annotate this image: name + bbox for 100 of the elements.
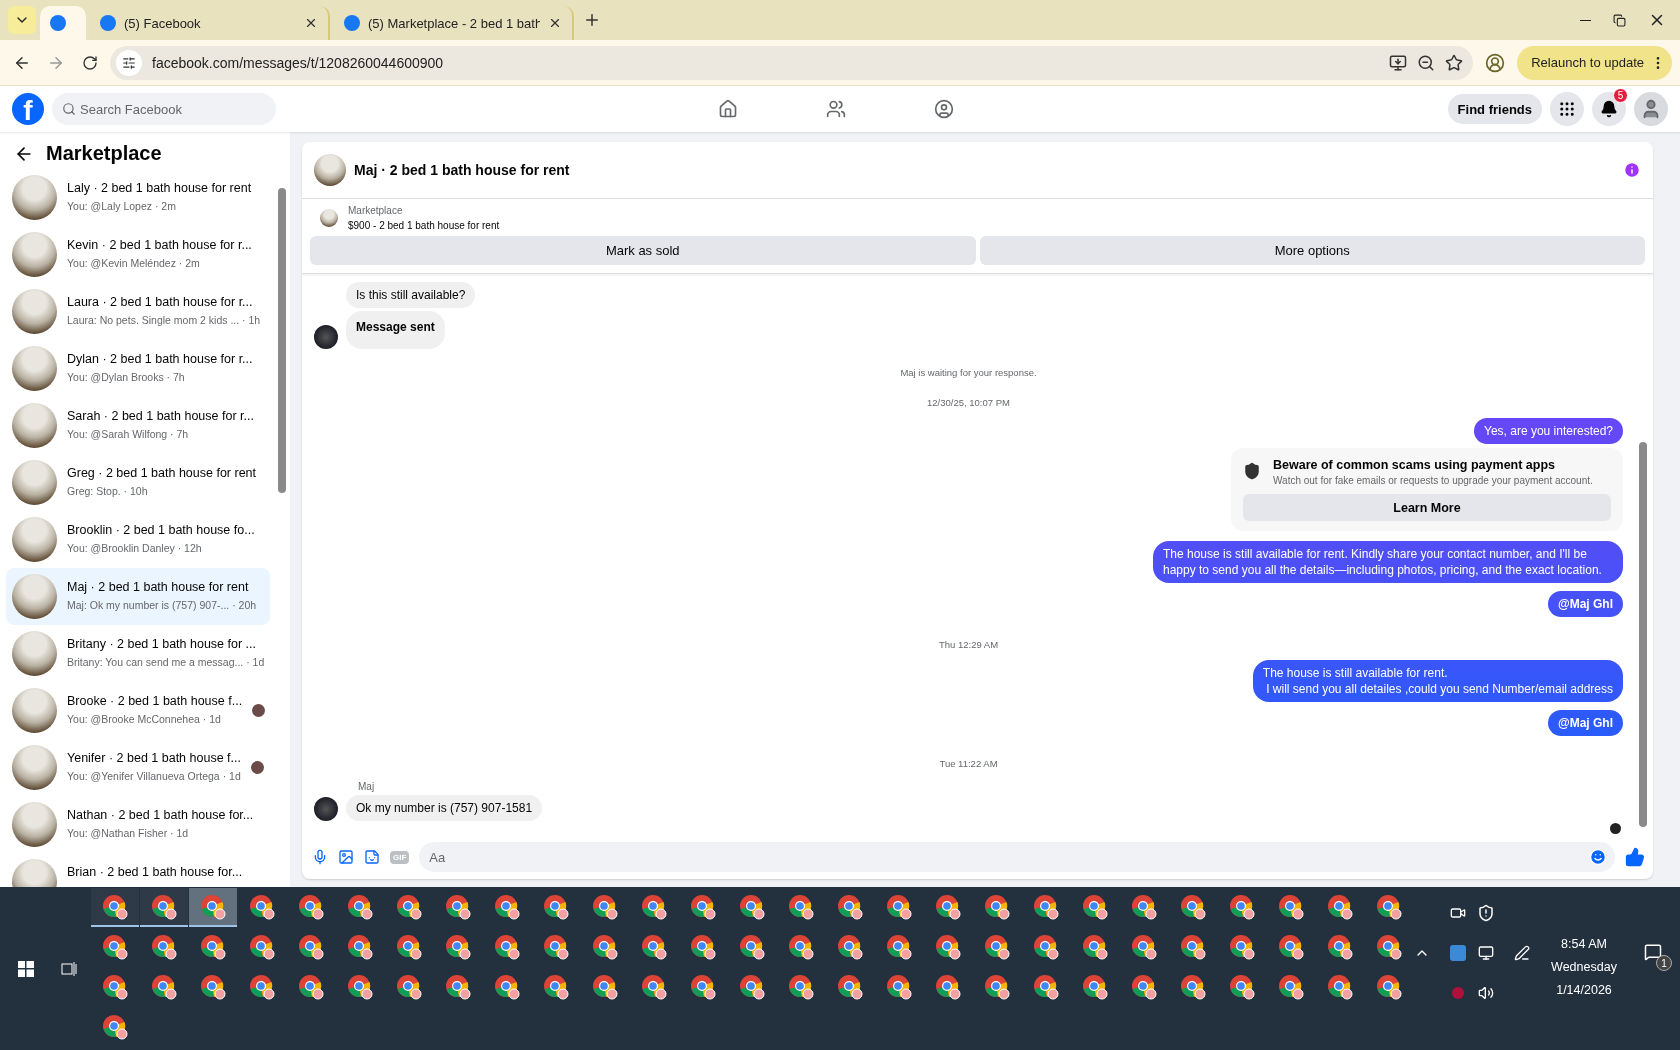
conversation-preview: You: @Dylan Brooks · 7h bbox=[67, 370, 186, 383]
conversation-title: Yenifer · 2 bed 1 bath house f... bbox=[67, 750, 241, 765]
shield-warning-icon bbox=[1477, 904, 1495, 922]
address-bar[interactable]: facebook.com/messages/t/1208260044600900 bbox=[110, 45, 1474, 80]
close-icon bbox=[548, 16, 562, 30]
chrome-icon bbox=[396, 973, 422, 1000]
listing-thumbnail bbox=[12, 688, 57, 733]
minimize-icon[interactable] bbox=[1580, 19, 1591, 21]
chrome-icon bbox=[1376, 933, 1402, 960]
chrome-icon bbox=[200, 933, 226, 960]
chrome-icon bbox=[1131, 933, 1157, 960]
date-text: 1/14/2026 bbox=[1556, 983, 1612, 997]
chrome-icon bbox=[1327, 973, 1353, 1000]
clock[interactable]: 8:54 AM Wednesday 1/14/2026 bbox=[1544, 893, 1624, 997]
scrollbar[interactable] bbox=[1639, 442, 1647, 827]
learn-more-button[interactable]: Learn More bbox=[1243, 494, 1611, 521]
url-text: facebook.com/messages/t/1208260044600900 bbox=[152, 54, 445, 71]
listing-thumbnail bbox=[12, 175, 57, 220]
timestamp: Tue 11:22 AM bbox=[939, 758, 998, 769]
conversation-item[interactable]: Dylan · 2 bed 1 bath house for r... You: @Dylan Brooks · 7h bbox=[6, 340, 270, 397]
conversation-item[interactable]: Maj · 2 bed 1 bath house for rent Maj: Ok my number is (757) 907-... · 20h bbox=[6, 568, 270, 625]
listing-thumbnail bbox=[12, 232, 57, 277]
task-view-icon[interactable] bbox=[61, 960, 78, 977]
chrome-icon bbox=[494, 973, 520, 1000]
chrome-icon bbox=[592, 893, 618, 920]
search-field[interactable]: Search Facebook bbox=[52, 93, 276, 125]
conversation-item[interactable]: Greg · 2 bed 1 bath house for rent Greg: Stop. · 10h bbox=[6, 454, 270, 511]
chrome-icon bbox=[886, 893, 912, 920]
message-bubble: The house is still available for rent. I will send you all detailes ,could you send Number/email address bbox=[1252, 660, 1623, 702]
chrome-icon bbox=[690, 893, 716, 920]
message-bubble: Yes, are you interested? bbox=[1474, 418, 1623, 444]
seen-avatar bbox=[1610, 823, 1621, 834]
chrome-icon bbox=[200, 893, 226, 920]
conversation-preview: You: @Brooke McConnehea · 1d bbox=[67, 712, 222, 725]
chrome-icon bbox=[1180, 973, 1206, 1000]
chrome-icon bbox=[1082, 933, 1108, 960]
taskbar-app-button[interactable] bbox=[140, 888, 188, 927]
conversation-preview: You: @Yenifer Villanueva Ortega · 1d bbox=[67, 769, 241, 782]
site-settings-button[interactable] bbox=[116, 49, 142, 76]
chrome-icon bbox=[249, 973, 275, 1000]
conversation-title: Brian · 2 bed 1 bath house for... bbox=[67, 864, 244, 879]
chrome-icon bbox=[837, 933, 863, 960]
conversation-preview: Britany: You can send me a messag... · 1d bbox=[67, 655, 265, 668]
profile-icon bbox=[1485, 52, 1506, 73]
chrome-icon bbox=[1033, 973, 1059, 1000]
conversation-item[interactable]: Britany · 2 bed 1 bath house for ... Britany: You can send me a messag... · 1d bbox=[6, 625, 270, 682]
conversation-item[interactable]: Yenifer · 2 bed 1 bath house f... You: @Yenifer Villanueva Ortega · 1d bbox=[6, 739, 270, 796]
conversation-title: Laura · 2 bed 1 bath house for r... bbox=[67, 294, 254, 309]
time-text: 8:54 AM bbox=[1561, 937, 1607, 951]
listing-thumbnail bbox=[12, 745, 57, 790]
sidebar-title: Marketplace bbox=[46, 142, 162, 165]
zoom-icon bbox=[1417, 53, 1436, 72]
account-button[interactable] bbox=[1634, 92, 1668, 126]
conversation-item[interactable]: Nathan · 2 bed 1 bath house for... You: @Nathan Fisher · 1d bbox=[6, 796, 270, 853]
chrome-icon bbox=[102, 893, 128, 920]
sender-name: Maj bbox=[358, 781, 376, 792]
chrome-icon bbox=[1327, 893, 1353, 920]
conversation-item[interactable]: Kevin · 2 bed 1 bath house for r... You: @Kevin Meléndez · 2m bbox=[6, 226, 270, 283]
chrome-icon bbox=[641, 893, 667, 920]
listing-thumbnail bbox=[320, 209, 338, 227]
conversation-item[interactable]: Laura · 2 bed 1 bath house for r... Laura: No pets. Single mom 2 kids ... · 1h bbox=[6, 283, 270, 340]
listing-thumbnail bbox=[12, 289, 57, 334]
tab-search-button[interactable] bbox=[8, 6, 36, 34]
scrollbar[interactable] bbox=[278, 188, 286, 493]
listing-thumbnail bbox=[12, 631, 57, 676]
conversation-item[interactable]: Brooke · 2 bed 1 bath house f... You: @Brooke McConnehea · 1d bbox=[6, 682, 270, 739]
listing-action-button[interactable]: Mark as sold bbox=[310, 236, 976, 265]
windows-logo-icon[interactable] bbox=[17, 960, 34, 977]
conversation-item[interactable]: Sarah · 2 bed 1 bath house for r... You: @Sarah Wilfong · 7h bbox=[6, 397, 270, 454]
conversation-title: Laly · 2 bed 1 bath house for rent bbox=[67, 180, 253, 195]
sticker-icon bbox=[364, 849, 380, 865]
conversation-item[interactable]: Brooklin · 2 bed 1 bath house fo... You: @Brooklin Danley · 12h bbox=[6, 511, 270, 568]
conversation-item[interactable]: Laly · 2 bed 1 bath house for rent You: @Laly Lopez · 2m bbox=[6, 169, 270, 226]
chrome-icon bbox=[739, 893, 765, 920]
chrome-icon bbox=[1327, 933, 1353, 960]
taskbar-app-button[interactable] bbox=[91, 888, 139, 927]
message-input[interactable]: Aa bbox=[419, 842, 1615, 872]
facebook-logo[interactable]: f bbox=[12, 93, 44, 125]
menu-button[interactable] bbox=[1550, 92, 1584, 126]
message-bubble: Ok my number is (757) 907-1581 bbox=[346, 795, 543, 821]
message-bubble: Is this still available? bbox=[346, 282, 476, 308]
conversation-preview: You: @Kevin Meléndez · 2m bbox=[67, 256, 201, 269]
listing-thumbnail bbox=[12, 574, 57, 619]
browser-tab[interactable] bbox=[40, 6, 86, 40]
shield-icon bbox=[1243, 462, 1261, 480]
reload-icon bbox=[82, 54, 98, 71]
waiting-notice: Maj is waiting for your response. bbox=[900, 367, 1037, 378]
listing-action-button[interactable]: More options bbox=[979, 236, 1645, 265]
find-friends-button[interactable]: Find friends bbox=[1447, 94, 1542, 124]
conversation-preview: You: @Nathan Fisher · 1d bbox=[67, 826, 190, 839]
chrome-icon bbox=[690, 973, 716, 1000]
message-bubble: @Maj Ghl bbox=[1547, 591, 1623, 617]
message-bubble: Message sent bbox=[346, 311, 445, 349]
chrome-icon bbox=[739, 933, 765, 960]
relaunch-button[interactable]: Relaunch to update bbox=[1517, 45, 1672, 80]
chrome-icon bbox=[739, 973, 765, 1000]
chrome-icon bbox=[543, 893, 569, 920]
chrome-icon bbox=[886, 973, 912, 1000]
chrome-icon bbox=[641, 973, 667, 1000]
chrome-icon bbox=[984, 933, 1010, 960]
